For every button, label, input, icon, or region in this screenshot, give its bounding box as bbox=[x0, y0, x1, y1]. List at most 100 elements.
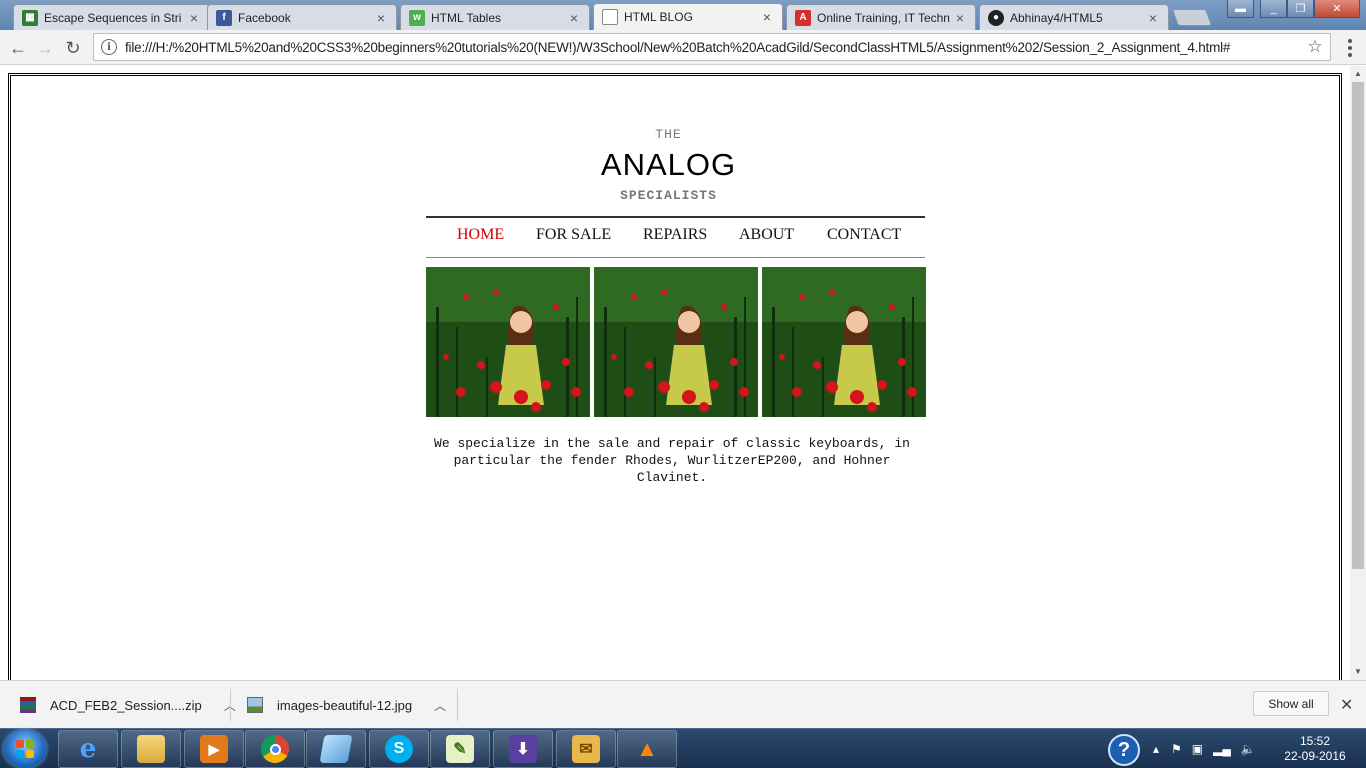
close-tab-icon[interactable]: × bbox=[374, 10, 388, 26]
close-tab-icon[interactable]: × bbox=[187, 10, 201, 26]
taskbar-internet-explorer[interactable]: e bbox=[58, 730, 118, 768]
gallery-photo bbox=[762, 267, 926, 417]
new-tab-button[interactable] bbox=[1171, 9, 1213, 26]
volume-icon[interactable]: 🔈 bbox=[1241, 742, 1256, 756]
folder-icon bbox=[137, 735, 165, 763]
gallery-photo bbox=[426, 267, 590, 417]
show-all-button[interactable]: Show all bbox=[1253, 691, 1329, 716]
windows-taskbar: e ▶ S ✎ ⬇ ✉ ▲ ? ▴ ⚑ ▣ ▂▄ 🔈 15:52 22-09-2… bbox=[0, 728, 1366, 768]
taskbar-vlc[interactable]: ▲ bbox=[617, 730, 677, 768]
download-icon: ⬇ bbox=[509, 735, 537, 763]
bookmark-star-icon[interactable]: ☆ bbox=[1300, 37, 1330, 57]
start-button[interactable] bbox=[4, 730, 46, 768]
gallery-photo bbox=[594, 267, 758, 417]
brand-specialists: SPECIALISTS bbox=[620, 188, 717, 203]
action-center-flag-icon[interactable]: ⚑ bbox=[1171, 742, 1182, 756]
tab-strip: ▦ Escape Sequences in Stri × f Facebook … bbox=[0, 0, 1366, 30]
maximize-button[interactable]: ❐ bbox=[1287, 0, 1314, 18]
tab-github[interactable]: ● Abhinay4/HTML5 × bbox=[979, 4, 1169, 30]
vertical-scrollbar[interactable]: ▲ ▼ bbox=[1350, 66, 1366, 680]
tab-html-blog[interactable]: HTML BLOG × bbox=[593, 3, 783, 30]
close-tab-icon[interactable]: × bbox=[760, 9, 774, 25]
download-item-jpg[interactable]: images-beautiful-12.jpg ︿ bbox=[247, 681, 446, 729]
tab-title: Abhinay4/HTML5 bbox=[1010, 10, 1103, 25]
tab-title: Online Training, IT Techn bbox=[817, 10, 950, 25]
github-icon: ● bbox=[988, 9, 1004, 26]
download-item-zip[interactable]: ACD_FEB2_Session....zip ︿ bbox=[20, 681, 236, 729]
info-icon[interactable]: i bbox=[101, 39, 117, 55]
scrollbar-thumb[interactable] bbox=[1352, 82, 1364, 569]
back-icon[interactable]: ← bbox=[6, 36, 30, 60]
tab-html-tables[interactable]: w HTML Tables × bbox=[400, 4, 590, 30]
tab-title: Facebook bbox=[238, 10, 291, 25]
close-icon[interactable]: ✕ bbox=[1340, 695, 1353, 715]
close-tab-icon[interactable]: × bbox=[1146, 10, 1160, 26]
minimize-button[interactable]: _ bbox=[1260, 0, 1287, 18]
user-icon[interactable]: ▬ bbox=[1227, 0, 1254, 18]
close-tab-icon[interactable]: × bbox=[953, 10, 967, 26]
taskbar-explorer[interactable] bbox=[121, 730, 181, 768]
nav-repairs[interactable]: REPAIRS bbox=[643, 226, 707, 244]
tab-online-training[interactable]: A Online Training, IT Techn × bbox=[786, 4, 976, 30]
facebook-icon: f bbox=[216, 9, 232, 26]
page-icon bbox=[602, 9, 618, 25]
taskbar-chrome[interactable] bbox=[245, 730, 305, 768]
intro-paragraph: We specialize in the sale and repair of … bbox=[434, 436, 910, 485]
image-file-icon bbox=[247, 697, 263, 713]
close-tab-icon[interactable]: × bbox=[567, 10, 581, 26]
taskbar-mail[interactable]: ✉ bbox=[556, 730, 616, 768]
separator bbox=[457, 689, 458, 721]
taskbar-media-player[interactable]: ▶ bbox=[184, 730, 244, 768]
tab-title: HTML Tables bbox=[431, 10, 502, 25]
chevron-up-icon[interactable]: ︿ bbox=[434, 697, 446, 714]
browser-toolbar: ← → ↻ i file:///H:/%20HTML5%20and%20CSS3… bbox=[0, 30, 1366, 65]
chrome-icon bbox=[261, 735, 289, 763]
scroll-up-icon[interactable]: ▲ bbox=[1350, 66, 1366, 80]
taskbar-notepad-plus[interactable]: ✎ bbox=[430, 730, 490, 768]
reload-icon[interactable]: ↻ bbox=[61, 36, 85, 60]
nav-about[interactable]: ABOUT bbox=[739, 226, 794, 244]
device-icon[interactable]: ▣ bbox=[1192, 742, 1203, 756]
clock[interactable]: 15:52 22-09-2016 bbox=[1280, 734, 1350, 764]
address-url[interactable]: file:///H:/%20HTML5%20and%20CSS3%20begin… bbox=[125, 40, 1300, 55]
system-tray: ▴ ⚑ ▣ ▂▄ 🔈 bbox=[1153, 729, 1256, 768]
download-filename: images-beautiful-12.jpg bbox=[277, 697, 413, 713]
internet-explorer-icon: e bbox=[79, 734, 97, 764]
nav-home[interactable]: HOME bbox=[457, 226, 504, 244]
nav-for-sale[interactable]: FOR SALE bbox=[536, 226, 611, 244]
scroll-down-icon[interactable]: ▼ bbox=[1350, 664, 1366, 678]
download-filename: ACD_FEB2_Session....zip bbox=[50, 697, 202, 713]
show-hidden-icons-icon[interactable]: ▴ bbox=[1153, 742, 1159, 756]
w3-icon: w bbox=[409, 9, 425, 26]
taskbar-download-manager[interactable]: ⬇ bbox=[493, 730, 553, 768]
menu-icon[interactable] bbox=[1340, 38, 1360, 58]
network-icon[interactable]: ▂▄ bbox=[1213, 742, 1231, 756]
downloads-bar: ACD_FEB2_Session....zip ︿ images-beautif… bbox=[0, 680, 1366, 728]
brand-the: THE bbox=[655, 127, 682, 142]
close-window-button[interactable]: ✕ bbox=[1314, 0, 1360, 18]
skype-icon: S bbox=[385, 735, 413, 763]
taskbar-notepad[interactable] bbox=[306, 730, 366, 768]
spreadsheet-icon: ▦ bbox=[22, 9, 38, 26]
tab-escape-sequences[interactable]: ▦ Escape Sequences in Stri × bbox=[13, 4, 210, 30]
nav-bottom-rule bbox=[426, 257, 925, 258]
nav-top-rule bbox=[426, 216, 925, 218]
notepad-icon bbox=[319, 735, 353, 763]
page-viewport: THE ANALOG SPECIALISTS HOME FOR SALE REP… bbox=[0, 66, 1366, 680]
tab-facebook[interactable]: f Facebook × bbox=[207, 4, 397, 30]
acadgild-icon: A bbox=[795, 9, 811, 26]
media-player-icon: ▶ bbox=[200, 735, 228, 763]
clock-date: 22-09-2016 bbox=[1284, 749, 1346, 763]
address-bar[interactable]: i file:///H:/%20HTML5%20and%20CSS3%20beg… bbox=[93, 33, 1331, 61]
vlc-icon: ▲ bbox=[636, 736, 658, 761]
forward-icon[interactable]: → bbox=[33, 36, 57, 60]
main-nav: HOME FOR SALE REPAIRS ABOUT CONTACT bbox=[426, 226, 925, 250]
help-icon[interactable]: ? bbox=[1108, 734, 1140, 766]
tab-title: Escape Sequences in Stri bbox=[44, 10, 182, 25]
windows-logo-icon bbox=[16, 740, 34, 758]
taskbar-skype[interactable]: S bbox=[369, 730, 429, 768]
mail-icon: ✉ bbox=[572, 735, 600, 763]
nav-contact[interactable]: CONTACT bbox=[827, 226, 901, 244]
archive-icon bbox=[20, 697, 36, 713]
tab-title: HTML BLOG bbox=[624, 10, 693, 24]
